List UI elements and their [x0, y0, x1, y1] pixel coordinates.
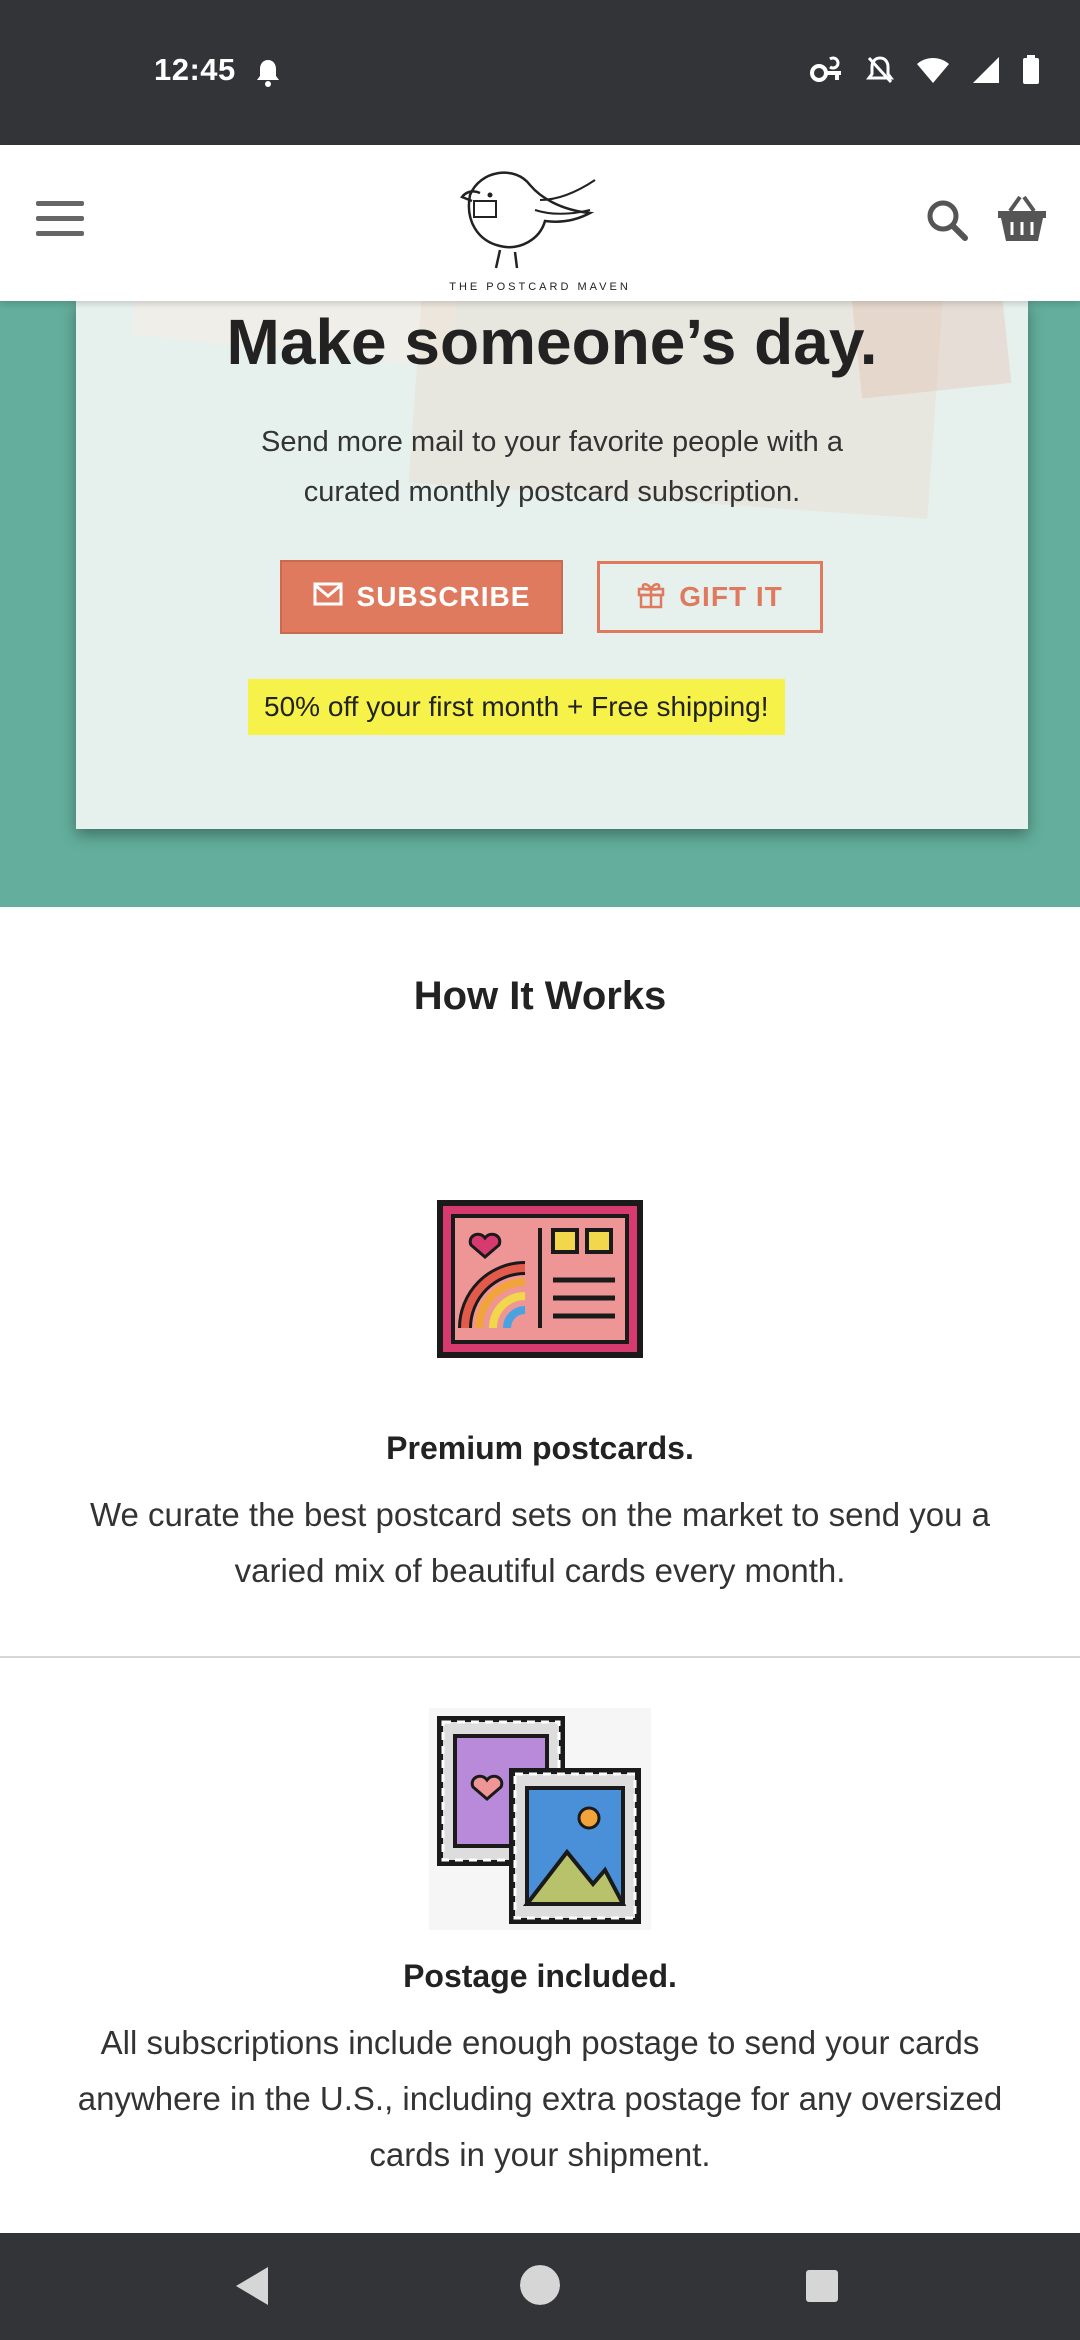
subscribe-label: SUBSCRIBE — [356, 581, 531, 612]
hamburger-menu-icon[interactable] — [36, 201, 84, 243]
how-it-works-title: How It Works — [413, 974, 667, 1018]
gift-it-label: GIFT IT — [679, 581, 783, 612]
site-logo[interactable]: THE POSTCARD MAVEN — [440, 155, 640, 295]
postcard-icon — [435, 1198, 645, 1360]
gift-it-button[interactable]: GIFT IT — [597, 561, 823, 633]
notification-bell-icon — [255, 58, 281, 93]
status-time: 12:45 — [154, 52, 236, 87]
feature-title: Postage included. — [403, 1958, 677, 1994]
signal-icon — [972, 56, 1000, 89]
system-navigation-bar — [0, 2233, 1080, 2340]
wifi-icon — [916, 56, 950, 89]
basket-icon[interactable] — [996, 195, 1048, 248]
recents-icon[interactable] — [804, 2268, 840, 2309]
promo-banner: 50% off your first month + Free shipping… — [248, 679, 785, 735]
feature-premium-postcards: Premium postcards. We curate the best po… — [0, 1198, 1080, 1599]
status-bar: 12:45 — [0, 0, 1080, 145]
envelope-icon — [313, 581, 343, 613]
subscribe-button[interactable]: SUBSCRIBE — [280, 560, 563, 634]
hero-title: Make someone’s day. — [226, 306, 878, 378]
feature-title: Premium postcards. — [386, 1430, 694, 1466]
stamps-icon — [429, 1708, 651, 1930]
dnd-off-icon — [866, 55, 894, 90]
home-icon[interactable] — [518, 2263, 562, 2312]
logo-text: THE POSTCARD MAVEN — [449, 281, 631, 293]
site-header: THE POSTCARD MAVEN — [0, 145, 1080, 301]
back-icon[interactable] — [234, 2265, 270, 2312]
section-divider — [0, 1656, 1080, 1658]
battery-icon — [1022, 55, 1040, 90]
hero-section: Make someone’s day. Send more mail to yo… — [0, 301, 1080, 907]
gift-icon — [637, 579, 665, 616]
vpn-key-icon — [810, 55, 844, 90]
feature-postage-included: Postage included. All subscriptions incl… — [0, 1708, 1080, 2183]
hero-card: Make someone’s day. Send more mail to yo… — [76, 301, 1028, 829]
feature-description: We curate the best postcard sets on the … — [89, 1496, 991, 1589]
hero-subtitle: Send more mail to your favorite people w… — [261, 426, 843, 508]
feature-description: All subscriptions include enough postage… — [77, 2024, 1003, 2173]
search-icon[interactable] — [926, 199, 968, 246]
